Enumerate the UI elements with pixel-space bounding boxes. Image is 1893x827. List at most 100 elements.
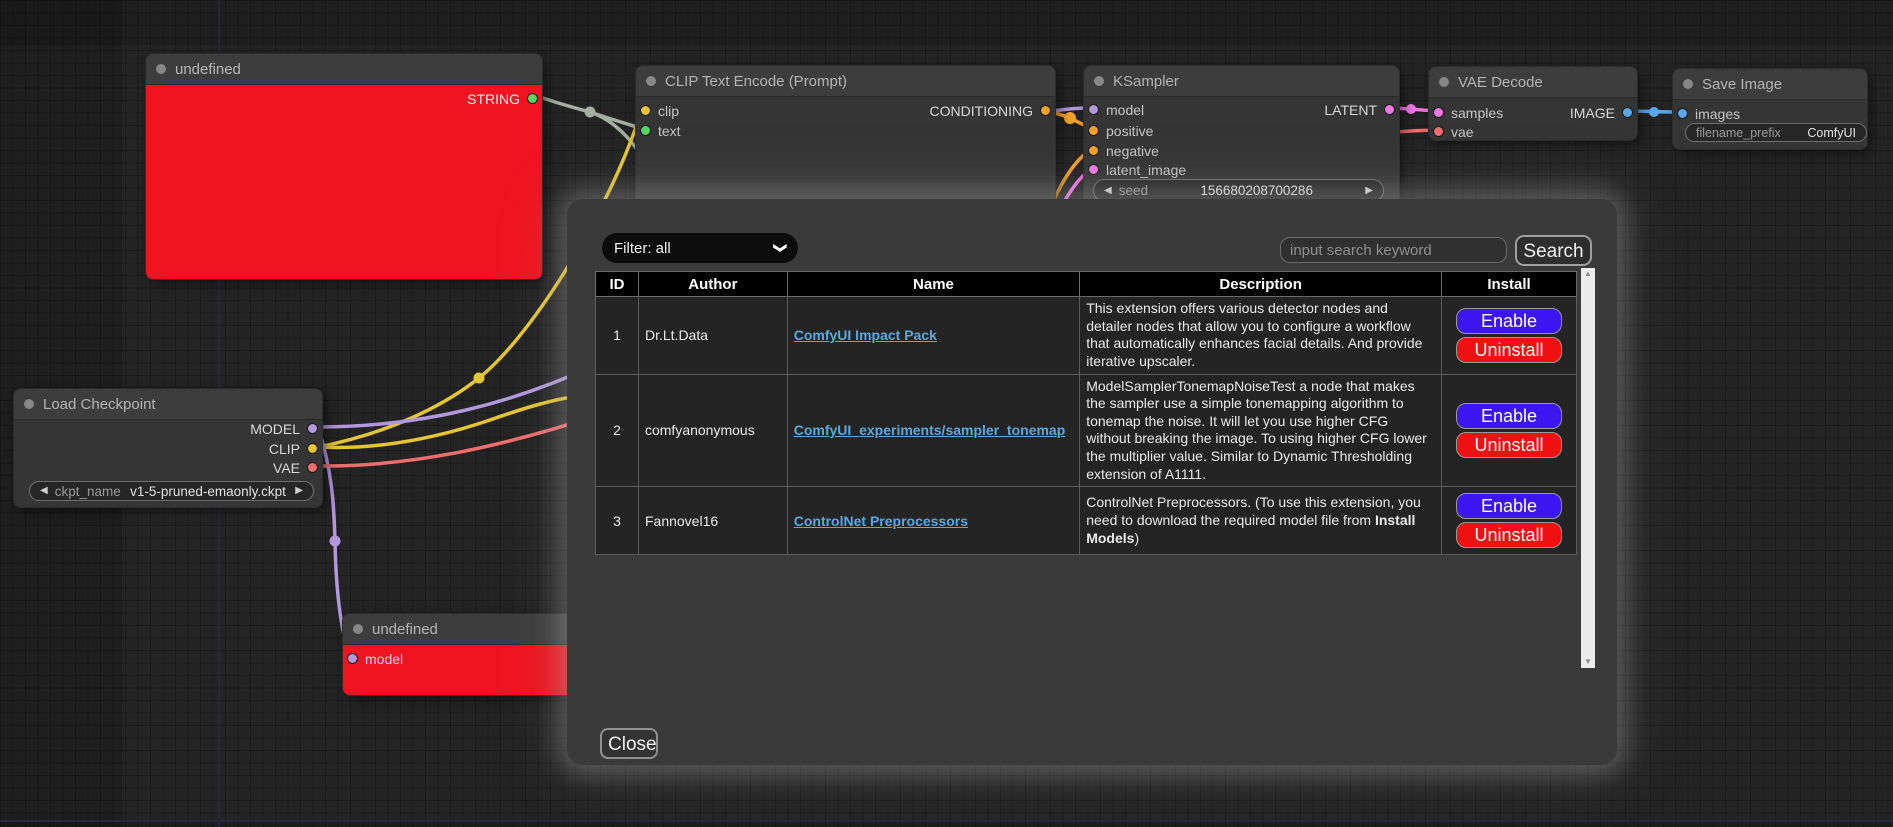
scroll-down-icon[interactable]: ▼ <box>1584 656 1592 668</box>
node-vae-decode[interactable]: VAE Decode samples vae IMAGE <box>1428 66 1638 141</box>
node-save-image[interactable]: Save Image images filename_prefix ComfyU… <box>1672 68 1868 150</box>
node-ksampler[interactable]: KSampler model positive negative latent_… <box>1083 65 1400 205</box>
node-title-bar[interactable]: undefined <box>146 54 542 85</box>
input-dot-negative[interactable] <box>1088 145 1099 156</box>
node-title-bar[interactable]: VAE Decode <box>1429 67 1637 98</box>
filename-prefix-value[interactable]: ComfyUI <box>1807 126 1856 140</box>
output-dot-vae[interactable] <box>307 462 318 473</box>
node-title-bar[interactable]: CLIP Text Encode (Prompt) <box>636 66 1055 97</box>
enable-button[interactable]: Enable <box>1456 403 1562 429</box>
node-collapse-dot-icon[interactable] <box>24 399 34 409</box>
node-title-text: CLIP Text Encode (Prompt) <box>665 73 847 90</box>
node-load-checkpoint[interactable]: Load Checkpoint MODEL CLIP VAE ◀ ckpt_na… <box>13 388 323 508</box>
input-label-vae: vae <box>1451 124 1474 140</box>
search-input[interactable] <box>1280 237 1507 263</box>
extension-link[interactable]: ControlNet Preprocessors <box>794 513 968 529</box>
output-slot-clip: CLIP <box>269 442 318 455</box>
node-collapse-dot-icon[interactable] <box>156 64 166 74</box>
input-slot-model: model <box>1088 103 1144 116</box>
output-dot-image[interactable] <box>1622 107 1633 118</box>
output-label-image: IMAGE <box>1570 105 1615 121</box>
input-slot-text: text <box>640 124 681 137</box>
input-slot-vae: vae <box>1433 125 1474 138</box>
output-dot-model[interactable] <box>307 423 318 434</box>
output-slot-string: STRING <box>467 92 538 105</box>
node-collapse-dot-icon[interactable] <box>1439 77 1449 87</box>
col-header-description: Description <box>1080 272 1442 297</box>
ckpt-name-value[interactable]: v1-5-pruned-emaonly.ckpt <box>130 484 286 499</box>
input-slot-clip: clip <box>640 104 679 117</box>
cell-install: Enable Uninstall <box>1442 297 1577 375</box>
input-dot-clip[interactable] <box>640 105 651 116</box>
node-collapse-dot-icon[interactable] <box>1683 79 1693 89</box>
extension-link[interactable]: ComfyUI_experiments/sampler_tonemap <box>794 422 1066 438</box>
input-label-clip: clip <box>658 103 679 119</box>
output-dot-string[interactable] <box>527 93 538 104</box>
node-title-text: VAE Decode <box>1458 74 1543 91</box>
node-title-text: undefined <box>175 61 241 78</box>
output-slot-model: MODEL <box>250 422 318 435</box>
output-label-clip: CLIP <box>269 441 300 457</box>
reroute-dot-conditioning <box>1064 112 1076 124</box>
node-title-text: Load Checkpoint <box>43 396 156 413</box>
node-undefined-string[interactable]: undefined STRING <box>145 53 543 280</box>
uninstall-button[interactable]: Uninstall <box>1456 337 1562 363</box>
col-header-author: Author <box>638 272 787 297</box>
node-collapse-dot-icon[interactable] <box>1094 76 1104 86</box>
decrement-arrow-icon[interactable]: ◀ <box>40 486 48 496</box>
filename-prefix-widget[interactable]: filename_prefix ComfyUI <box>1685 123 1867 142</box>
enable-button[interactable]: Enable <box>1456 308 1562 334</box>
seed-label: seed <box>1119 183 1148 198</box>
input-dot-model[interactable] <box>347 653 358 664</box>
node-title-bar[interactable]: KSampler <box>1084 66 1399 97</box>
output-label-vae: VAE <box>273 460 300 476</box>
input-dot-latent-image[interactable] <box>1088 164 1099 175</box>
input-dot-positive[interactable] <box>1088 125 1099 136</box>
output-slot-vae: VAE <box>273 461 318 474</box>
search-button[interactable]: Search <box>1515 235 1592 266</box>
close-button[interactable]: Close <box>600 728 658 759</box>
cell-author: comfyanonymous <box>638 374 787 487</box>
output-slot-image: IMAGE <box>1570 106 1633 119</box>
node-title-text: Save Image <box>1702 76 1782 93</box>
node-collapse-dot-icon[interactable] <box>646 76 656 86</box>
node-title-bar[interactable]: Load Checkpoint <box>14 389 322 420</box>
extension-link[interactable]: ComfyUI Impact Pack <box>794 327 937 343</box>
filter-select[interactable]: Filter: all ❯ <box>602 233 798 263</box>
enable-button[interactable]: Enable <box>1456 493 1562 519</box>
input-dot-text[interactable] <box>640 125 651 136</box>
table-row: 1 Dr.Lt.Data ComfyUI Impact Pack This ex… <box>596 297 1577 375</box>
reroute-dot-latent <box>1406 104 1416 114</box>
ckpt-name-widget[interactable]: ◀ ckpt_name v1-5-pruned-emaonly.ckpt ▶ <box>29 481 314 501</box>
increment-arrow-icon[interactable]: ▶ <box>295 486 303 496</box>
output-dot-conditioning[interactable] <box>1040 105 1051 116</box>
node-title-text: undefined <box>372 621 438 638</box>
input-slot-latent-image: latent_image <box>1088 163 1186 176</box>
canvas-edge-shade-top <box>0 0 1893 45</box>
increment-arrow-icon[interactable]: ▶ <box>1365 186 1373 196</box>
node-collapse-dot-icon[interactable] <box>353 624 363 634</box>
input-dot-model[interactable] <box>1088 104 1099 115</box>
output-label-latent: LATENT <box>1324 102 1377 118</box>
input-label-images: images <box>1695 106 1740 122</box>
comfyui-canvas[interactable]: undefined STRING CLIP Text Encode (Promp… <box>0 0 1893 827</box>
table-scrollbar[interactable]: ▲ ▼ <box>1581 268 1595 668</box>
input-dot-images[interactable] <box>1677 108 1688 119</box>
node-title-bar[interactable]: Save Image <box>1673 69 1867 100</box>
node-error-body <box>146 85 542 279</box>
seed-value[interactable]: 156680208700286 <box>1200 183 1313 198</box>
node-clip-text-encode[interactable]: CLIP Text Encode (Prompt) clip text COND… <box>635 65 1056 205</box>
uninstall-button[interactable]: Uninstall <box>1456 432 1562 458</box>
output-slot-latent: LATENT <box>1324 103 1395 116</box>
canvas-axis-horizontal <box>0 820 1893 822</box>
input-dot-vae[interactable] <box>1433 126 1444 137</box>
input-label-text: text <box>658 123 681 139</box>
input-dot-samples[interactable] <box>1433 107 1444 118</box>
uninstall-button[interactable]: Uninstall <box>1456 522 1562 548</box>
decrement-arrow-icon[interactable]: ◀ <box>1104 186 1112 196</box>
output-dot-latent[interactable] <box>1384 104 1395 115</box>
input-slot-positive: positive <box>1088 124 1153 137</box>
input-label-model: model <box>1106 102 1144 118</box>
output-dot-clip[interactable] <box>307 443 318 454</box>
scroll-up-icon[interactable]: ▲ <box>1584 268 1592 280</box>
